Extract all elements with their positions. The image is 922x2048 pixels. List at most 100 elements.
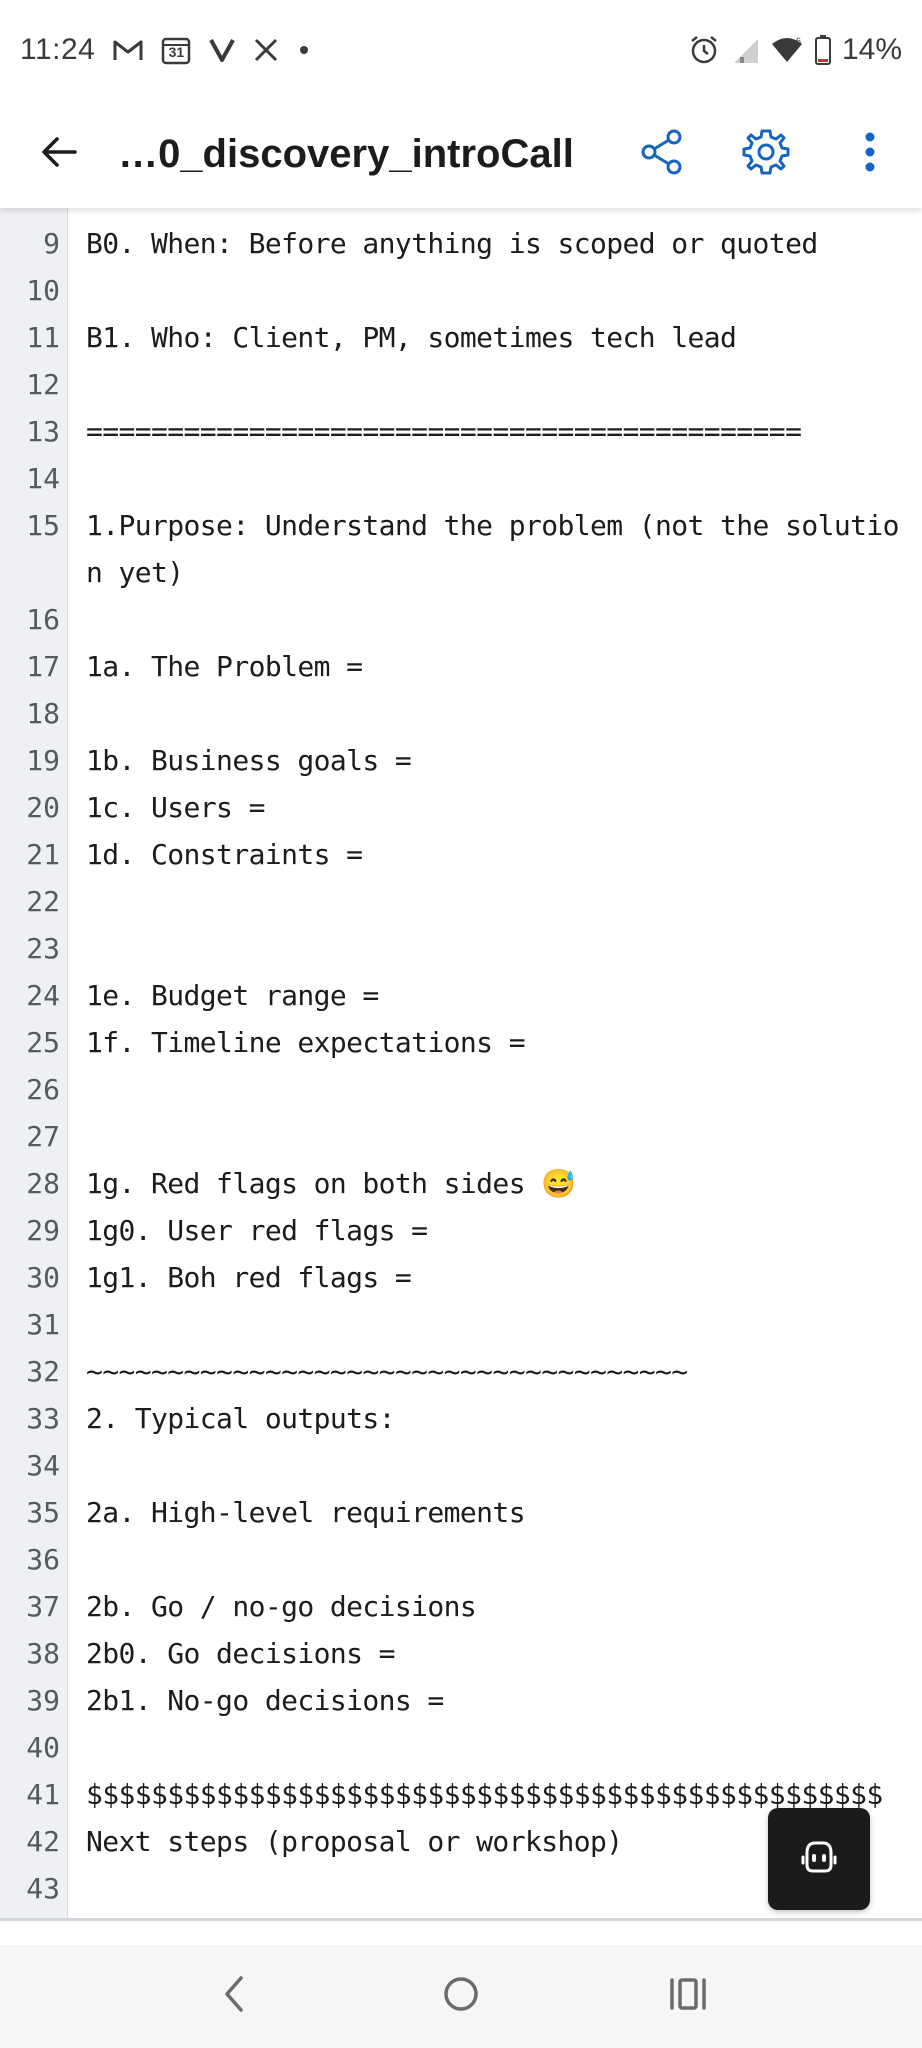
- nav-home-icon: [441, 1974, 481, 2019]
- line-text[interactable]: B0. When: Before anything is scoped or q…: [68, 220, 922, 267]
- line-number: 30: [26, 1261, 60, 1294]
- nav-recents-button[interactable]: [643, 1952, 733, 2042]
- editor-line[interactable]: 26: [0, 1066, 922, 1113]
- line-number: 39: [26, 1684, 60, 1717]
- signal-icon: [730, 35, 760, 65]
- line-text[interactable]: [68, 455, 922, 502]
- editor-line[interactable]: 28 1g. Red flags on both sides 😅: [0, 1160, 922, 1207]
- copilot-icon: [799, 1839, 839, 1880]
- line-text[interactable]: [68, 1301, 922, 1348]
- editor-line[interactable]: 8: [0, 208, 922, 220]
- editor-line[interactable]: 23: [0, 925, 922, 972]
- gmail-icon: [113, 38, 143, 62]
- share-button[interactable]: [610, 100, 714, 208]
- line-number: 13: [26, 415, 60, 448]
- editor-line[interactable]: 13 ======================================…: [0, 408, 922, 455]
- editor-line[interactable]: 21 1d. Constraints =: [0, 831, 922, 878]
- editor-lines: 89B0. When: Before anything is scoped or…: [0, 208, 922, 1912]
- editor-line[interactable]: 34: [0, 1442, 922, 1489]
- line-text[interactable]: 1b. Business goals =: [68, 737, 922, 784]
- editor-line[interactable]: 10: [0, 267, 922, 314]
- calendar-icon: 31: [161, 35, 191, 65]
- editor-line[interactable]: 40: [0, 1724, 922, 1771]
- line-text[interactable]: 1g1. Boh red flags =: [68, 1254, 922, 1301]
- nav-back-icon: [219, 1974, 249, 2019]
- editor-line[interactable]: 36: [0, 1536, 922, 1583]
- line-number: 12: [26, 368, 60, 401]
- line-text[interactable]: 1.Purpose: Understand the problem (not t…: [68, 502, 922, 596]
- more-options-button[interactable]: [818, 100, 922, 208]
- line-text[interactable]: [68, 361, 922, 408]
- line-text[interactable]: 2b. Go / no-go decisions: [68, 1583, 922, 1630]
- line-text[interactable]: [68, 267, 922, 314]
- editor-line[interactable]: 29 1g0. User red flags =: [0, 1207, 922, 1254]
- line-text[interactable]: [68, 925, 922, 972]
- editor-line[interactable]: 32 ~~~~~~~~~~~~~~~~~~~~~~~~~~~~~~~~~~~~~: [0, 1348, 922, 1395]
- line-text[interactable]: 1e. Budget range =: [68, 972, 922, 1019]
- settings-button[interactable]: [714, 100, 818, 208]
- battery-percentage: 14%: [841, 33, 902, 66]
- editor-line[interactable]: 30 1g1. Boh red flags =: [0, 1254, 922, 1301]
- text-editor[interactable]: 89B0. When: Before anything is scoped or…: [0, 208, 922, 1918]
- status-time: 11:24: [20, 33, 96, 66]
- editor-line[interactable]: 20 1c. Users =: [0, 784, 922, 831]
- line-number: 35: [26, 1496, 60, 1529]
- line-text[interactable]: B1. Who: Client, PM, sometimes tech lead: [68, 314, 922, 361]
- app-bar-actions: [610, 100, 922, 208]
- line-text[interactable]: ========================================…: [68, 408, 922, 455]
- line-number: 20: [26, 791, 60, 824]
- nav-home-button[interactable]: [416, 1952, 506, 2042]
- line-number: 24: [26, 979, 60, 1012]
- line-text[interactable]: 1g0. User red flags =: [68, 1207, 922, 1254]
- line-text[interactable]: 1f. Timeline expectations =: [68, 1019, 922, 1066]
- nav-back-button[interactable]: [189, 1952, 279, 2042]
- line-text[interactable]: 2b1. No-go decisions =: [68, 1677, 922, 1724]
- app-bar: …0_discovery_introCall: [0, 100, 922, 208]
- editor-line[interactable]: 25 1f. Timeline expectations =: [0, 1019, 922, 1066]
- copilot-button[interactable]: [768, 1808, 870, 1910]
- line-text[interactable]: 2. Typical outputs:: [68, 1395, 922, 1442]
- line-number: 41: [26, 1778, 60, 1811]
- editor-line[interactable]: 9 B0. When: Before anything is scoped or …: [0, 220, 922, 267]
- editor-line[interactable]: 37 2b. Go / no-go decisions: [0, 1583, 922, 1630]
- line-text[interactable]: [68, 1442, 922, 1489]
- line-text[interactable]: [68, 1113, 922, 1160]
- line-text[interactable]: [68, 878, 922, 925]
- line-number: 42: [26, 1825, 60, 1858]
- line-number: 27: [26, 1120, 60, 1153]
- status-right: 6 14%: [688, 33, 902, 67]
- line-text[interactable]: [68, 690, 922, 737]
- editor-line[interactable]: 11 B1. Who: Client, PM, sometimes tech le…: [0, 314, 922, 361]
- line-text[interactable]: 2b0. Go decisions =: [68, 1630, 922, 1677]
- editor-line[interactable]: 16: [0, 596, 922, 643]
- editor-line[interactable]: 24 1e. Budget range =: [0, 972, 922, 1019]
- line-text[interactable]: [68, 1536, 922, 1583]
- line-text[interactable]: [68, 208, 922, 220]
- document-title: …0_discovery_introCall: [118, 131, 574, 176]
- line-number: 23: [26, 932, 60, 965]
- back-button[interactable]: [0, 100, 118, 208]
- editor-line[interactable]: 12: [0, 361, 922, 408]
- line-text[interactable]: [68, 596, 922, 643]
- line-text[interactable]: 1d. Constraints =: [68, 831, 922, 878]
- arrow-left-icon: [39, 134, 79, 175]
- editor-line[interactable]: 19 1b. Business goals =: [0, 737, 922, 784]
- editor-line[interactable]: 35 2a. High-level requirements: [0, 1489, 922, 1536]
- editor-line[interactable]: 27: [0, 1113, 922, 1160]
- editor-line[interactable]: 31: [0, 1301, 922, 1348]
- editor-line[interactable]: 14: [0, 455, 922, 502]
- editor-line[interactable]: 15 1.Purpose: Understand the problem (not…: [0, 502, 922, 596]
- editor-line[interactable]: 39 2b1. No-go decisions =: [0, 1677, 922, 1724]
- editor-line[interactable]: 18: [0, 690, 922, 737]
- line-text[interactable]: 1c. Users =: [68, 784, 922, 831]
- line-text[interactable]: [68, 1066, 922, 1113]
- line-text[interactable]: [68, 1724, 922, 1771]
- line-text[interactable]: 1a. The Problem =: [68, 643, 922, 690]
- line-text[interactable]: 2a. High-level requirements: [68, 1489, 922, 1536]
- editor-line[interactable]: 22: [0, 878, 922, 925]
- editor-line[interactable]: 38 2b0. Go decisions =: [0, 1630, 922, 1677]
- editor-line[interactable]: 33 2. Typical outputs:: [0, 1395, 922, 1442]
- line-text[interactable]: ~~~~~~~~~~~~~~~~~~~~~~~~~~~~~~~~~~~~~: [68, 1348, 922, 1395]
- editor-line[interactable]: 17 1a. The Problem =: [0, 643, 922, 690]
- line-text[interactable]: 1g. Red flags on both sides 😅: [68, 1160, 922, 1207]
